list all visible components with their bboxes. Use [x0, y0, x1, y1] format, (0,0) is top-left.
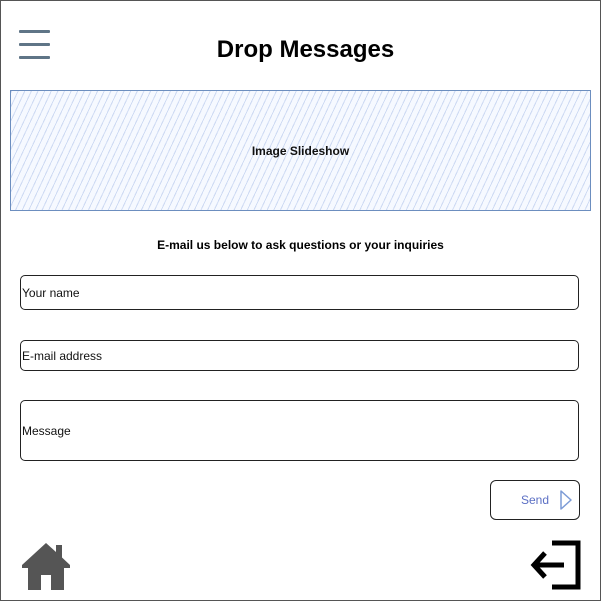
- slideshow-label: Image Slideshow: [251, 143, 350, 158]
- home-icon[interactable]: [21, 541, 71, 591]
- name-field[interactable]: Your name: [20, 275, 579, 310]
- page-title: Drop Messages: [216, 36, 395, 63]
- logout-icon[interactable]: [530, 539, 582, 591]
- image-slideshow[interactable]: Image Slideshow: [10, 90, 591, 211]
- play-triangle-icon: [560, 490, 572, 510]
- message-field[interactable]: Message: [20, 400, 579, 461]
- send-button[interactable]: Send: [490, 480, 580, 520]
- email-field[interactable]: E-mail address: [20, 340, 579, 371]
- send-label: Send: [520, 493, 549, 507]
- name-placeholder: Your name: [22, 285, 80, 300]
- message-placeholder: Message: [22, 423, 71, 438]
- email-placeholder: E-mail address: [22, 348, 103, 363]
- contact-intro-text: E-mail us below to ask questions or your…: [157, 238, 444, 252]
